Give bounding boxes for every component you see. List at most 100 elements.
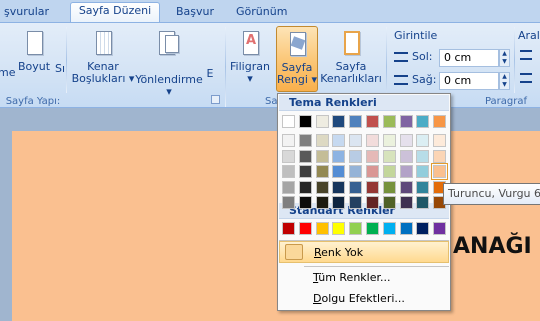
theme-shade-swatch[interactable] (416, 180, 430, 194)
theme-shade-swatch[interactable] (315, 196, 329, 209)
page-borders-button[interactable]: Sayfa Kenarlıkları (320, 29, 382, 85)
spacing-before-icon (520, 50, 532, 60)
theme-shade-swatch[interactable] (315, 180, 329, 194)
tab-page-layout[interactable]: Sayfa Düzeni (70, 2, 160, 23)
standard-color-swatch[interactable] (298, 222, 312, 235)
standard-color-swatch[interactable] (433, 222, 447, 235)
theme-shade-swatch[interactable] (298, 149, 312, 163)
theme-shade-swatch[interactable] (416, 165, 430, 178)
theme-color-swatch[interactable] (298, 115, 312, 128)
theme-color-swatch[interactable] (332, 115, 346, 128)
group-separator (66, 27, 67, 93)
theme-shade-swatch[interactable] (366, 134, 379, 147)
standard-color-swatch[interactable] (416, 222, 430, 235)
edge-label: me (0, 66, 16, 79)
theme-shade-swatch[interactable] (349, 149, 363, 163)
theme-shade-swatch[interactable] (416, 149, 430, 163)
theme-color-swatch[interactable] (366, 115, 379, 128)
theme-shade-swatch[interactable] (382, 196, 396, 209)
theme-shade-swatch[interactable] (366, 196, 379, 209)
more-colors-item[interactable]: Tüm Renkler... (279, 267, 449, 289)
theme-color-swatch[interactable] (399, 115, 413, 128)
breaks-button[interactable]: E (206, 68, 214, 80)
theme-shade-swatch[interactable] (298, 165, 312, 178)
columns-button[interactable]: Sı (55, 63, 65, 75)
theme-shade-swatch[interactable] (416, 196, 430, 209)
theme-color-swatch[interactable] (382, 115, 396, 128)
theme-shade-swatch[interactable] (366, 165, 379, 178)
indent-left-spinner[interactable]: ▲ ▼ (499, 49, 510, 67)
standard-color-swatch[interactable] (349, 222, 363, 235)
theme-shade-swatch[interactable] (332, 134, 346, 147)
no-color-item[interactable]: Renk Yok (279, 241, 449, 263)
indent-right-input[interactable]: 0 cm (439, 72, 499, 90)
theme-shade-swatch[interactable] (399, 149, 413, 163)
theme-shade-swatch[interactable] (298, 180, 312, 194)
theme-color-swatch[interactable] (282, 115, 295, 128)
theme-shade-swatch[interactable] (382, 165, 396, 178)
page-borders-icon (338, 29, 364, 59)
tab-references[interactable]: şvurular (0, 4, 53, 22)
ribbon: me Boyut Sı Kenar Boşlukları ▾ Yönlendir… (0, 22, 540, 108)
standard-color-swatch[interactable] (399, 222, 413, 235)
size-button[interactable]: Boyut (16, 29, 52, 73)
theme-shade-swatch[interactable] (433, 149, 447, 163)
page-color-button[interactable]: Sayfa Rengi ▾ (276, 26, 318, 92)
dialog-launcher-icon[interactable] (211, 95, 220, 104)
theme-shade-swatch[interactable] (399, 196, 413, 209)
theme-shade-swatch[interactable] (382, 180, 396, 194)
theme-shade-swatch[interactable] (349, 196, 363, 209)
theme-shade-swatch[interactable] (382, 149, 396, 163)
margins-button[interactable]: Kenar Boşlukları ▾ (70, 29, 136, 85)
margins-icon (90, 29, 116, 59)
theme-color-swatch[interactable] (433, 115, 447, 128)
theme-colors-header: Tema Renkleri (279, 95, 449, 111)
theme-shade-swatch[interactable] (282, 180, 295, 194)
theme-shade-swatch[interactable] (282, 165, 295, 178)
theme-shade-swatch[interactable] (399, 180, 413, 194)
theme-shade-swatch[interactable] (366, 149, 379, 163)
theme-shade-swatch[interactable] (399, 165, 413, 178)
fill-effects-item[interactable]: Dolgu Efektleri... (279, 288, 449, 310)
orientation-button[interactable]: Yönlendirme ▾ (134, 29, 204, 98)
theme-shade-swatch[interactable] (282, 149, 295, 163)
edge-button[interactable]: me (0, 33, 15, 79)
theme-shade-swatch[interactable] (433, 134, 447, 147)
theme-shade-swatch[interactable] (315, 149, 329, 163)
theme-shade-swatch[interactable] (431, 163, 449, 180)
theme-shade-swatch[interactable] (332, 180, 346, 194)
theme-color-swatch[interactable] (349, 115, 363, 128)
theme-shade-swatch[interactable] (315, 165, 329, 178)
theme-shade-swatch[interactable] (349, 134, 363, 147)
theme-shade-swatch[interactable] (332, 165, 346, 178)
document-page[interactable] (12, 131, 540, 321)
theme-color-swatch[interactable] (315, 115, 329, 128)
theme-shade-swatch[interactable] (416, 134, 430, 147)
tab-view[interactable]: Görünüm (232, 4, 291, 22)
theme-shade-swatch[interactable] (332, 196, 346, 209)
indent-right-spinner[interactable]: ▲ ▼ (499, 72, 510, 90)
theme-shade-swatch[interactable] (315, 134, 329, 147)
standard-color-swatch[interactable] (382, 222, 396, 235)
indent-left-input[interactable]: 0 cm (439, 49, 499, 67)
theme-shade-swatch[interactable] (382, 134, 396, 147)
standard-color-swatch[interactable] (315, 222, 329, 235)
standard-color-swatch[interactable] (332, 222, 346, 235)
more-colors-label: üm Renkler... (318, 271, 391, 284)
watermark-button[interactable]: A Filigran ▾ (230, 29, 270, 85)
theme-shade-swatch[interactable] (349, 165, 363, 178)
tab-mailings[interactable]: Başvur (172, 4, 218, 22)
theme-shade-swatch[interactable] (399, 134, 413, 147)
indent-right-icon (394, 75, 408, 85)
theme-shade-swatch[interactable] (366, 180, 379, 194)
standard-color-swatch[interactable] (282, 222, 295, 235)
theme-shade-swatch[interactable] (298, 134, 312, 147)
theme-color-swatch[interactable] (416, 115, 430, 128)
theme-shade-swatch[interactable] (282, 134, 295, 147)
theme-shade-swatch[interactable] (282, 196, 295, 209)
theme-shade-swatch[interactable] (298, 196, 312, 209)
standard-color-swatch[interactable] (366, 222, 379, 235)
theme-shade-swatch[interactable] (332, 149, 346, 163)
indent-left-icon (394, 52, 408, 62)
theme-shade-swatch[interactable] (349, 180, 363, 194)
